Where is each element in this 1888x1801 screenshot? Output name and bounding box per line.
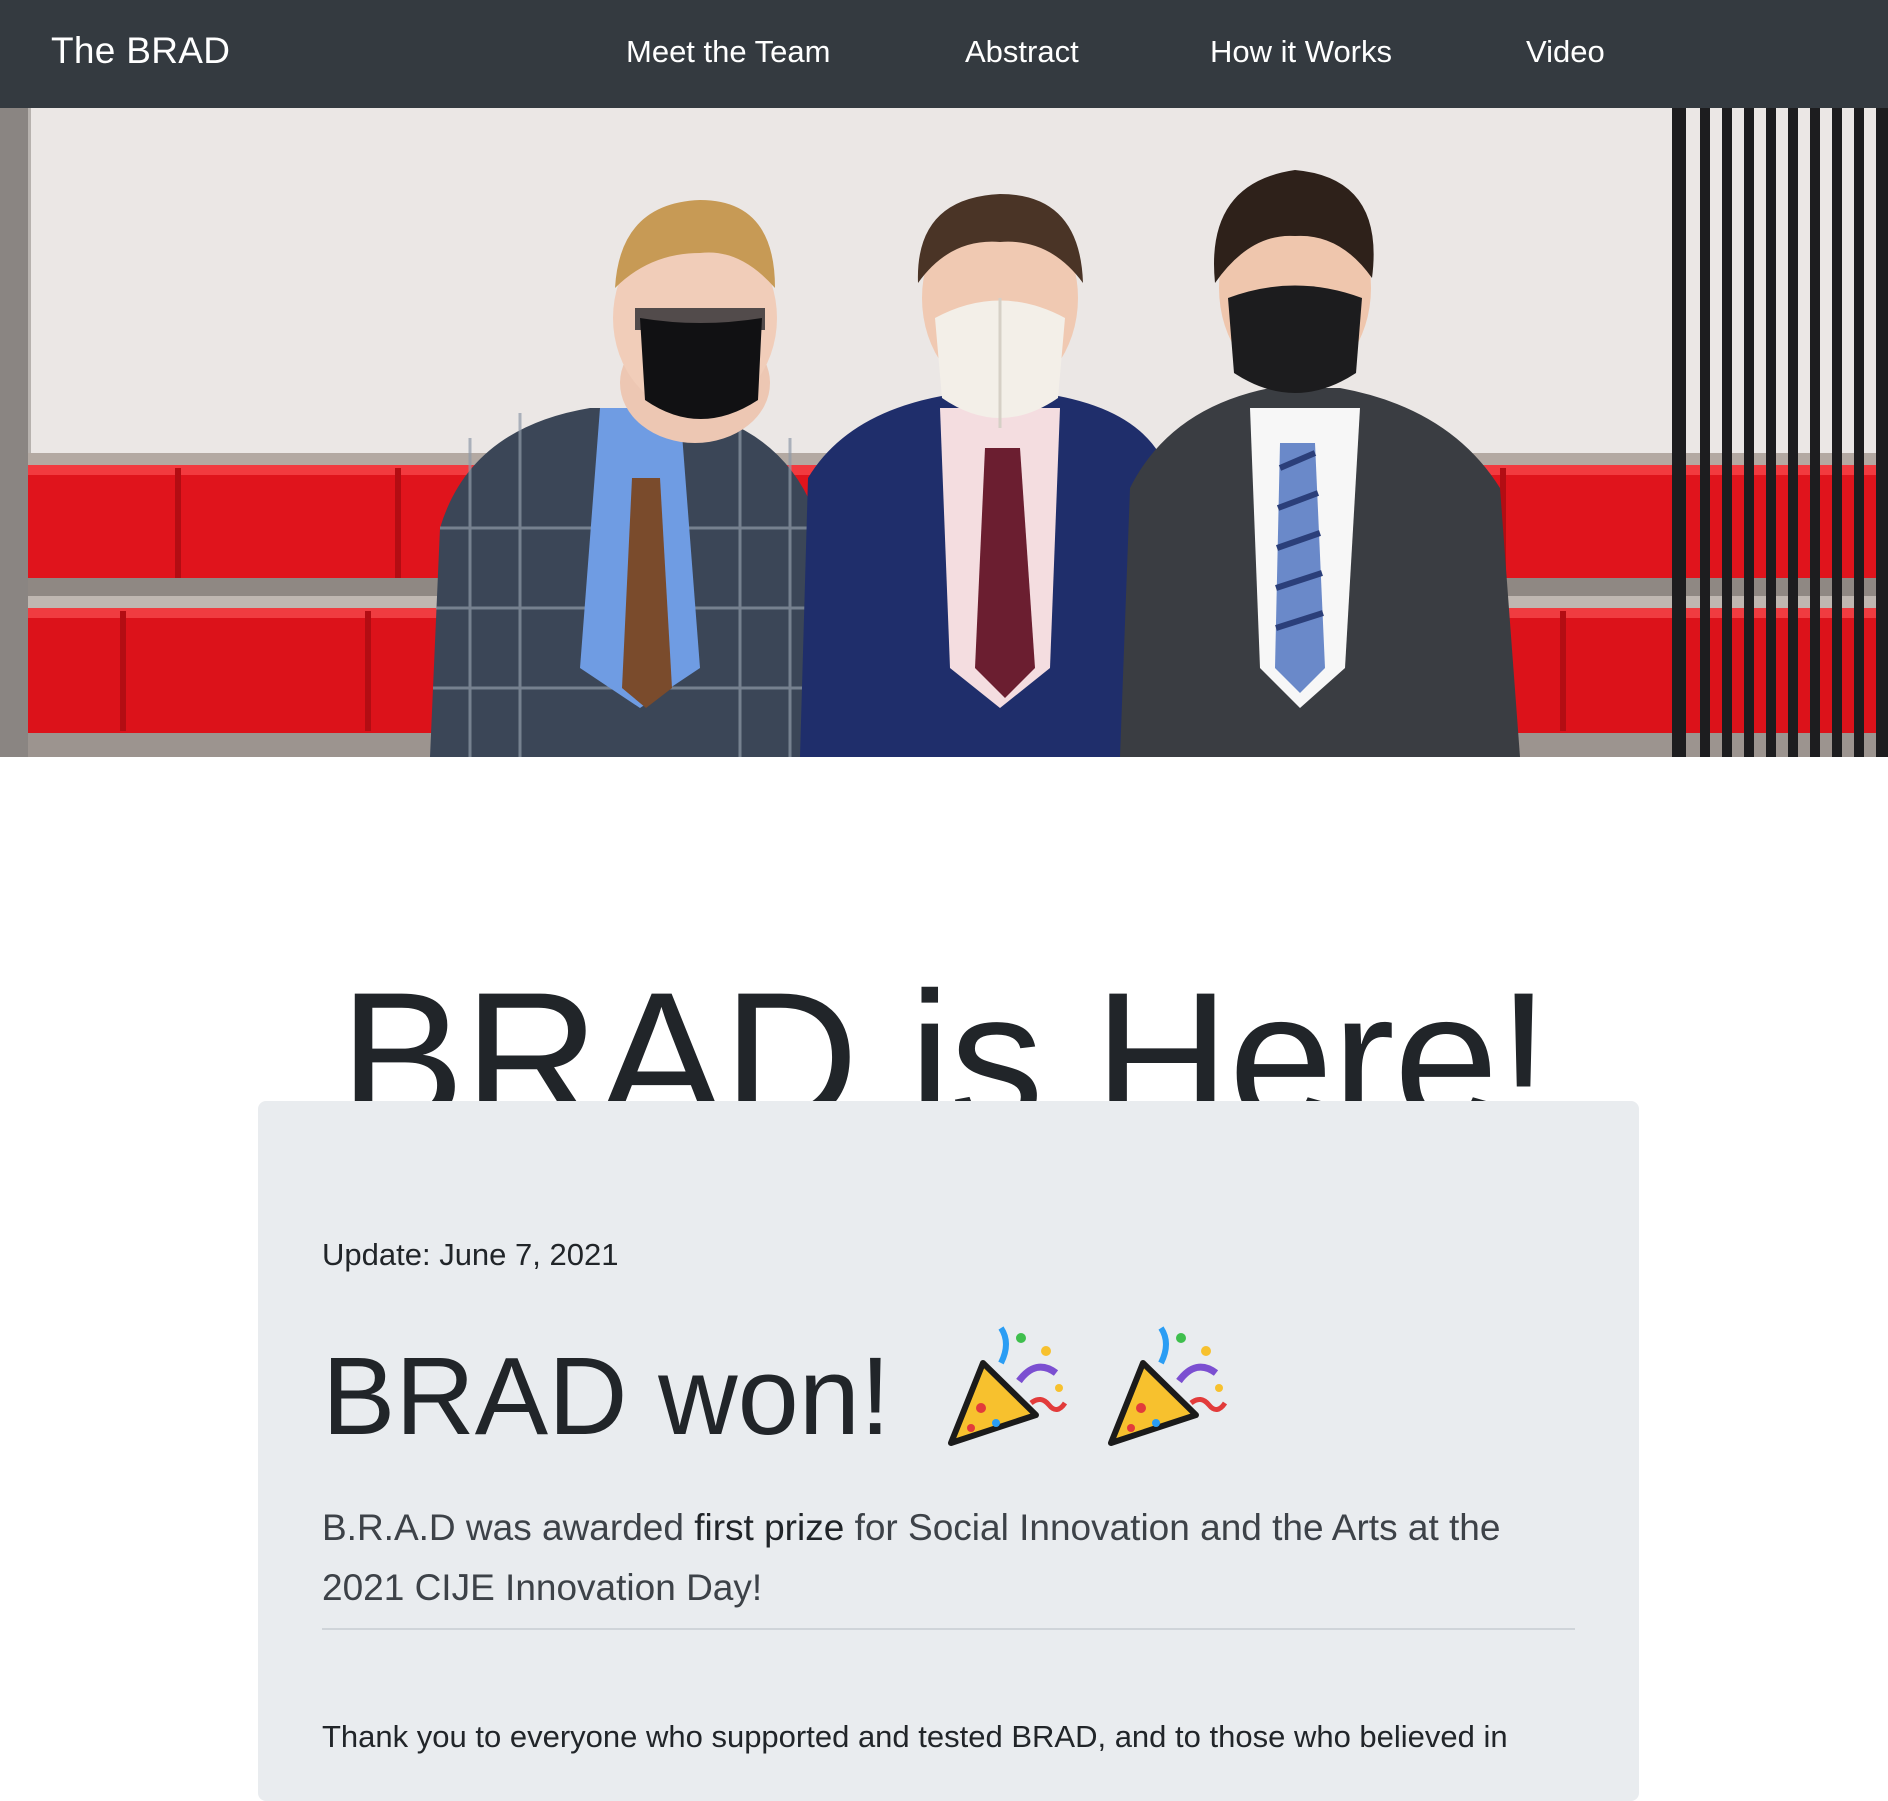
award-lead-emphasis: first prize [694,1507,845,1548]
party-popper-icon [941,1323,1071,1471]
won-headline: BRAD won! [322,1323,1231,1471]
award-lead-text: B.R.A.D was awarded [322,1507,695,1548]
party-icons [941,1323,1231,1471]
party-popper-icon [1101,1323,1231,1471]
top-navbar: The BRAD Meet the Team Abstract How it W… [0,0,1888,108]
team-photo-illustration [0,108,1888,757]
nav-link-abstract[interactable]: Abstract [965,34,1079,70]
update-card: Update: June 7, 2021 BRAD won! B.R.A.D w… [258,1101,1639,1801]
update-date: Update: June 7, 2021 [322,1237,619,1272]
brand-link[interactable]: The BRAD [51,30,230,72]
hero-photo [0,108,1888,757]
nav-link-how-it-works[interactable]: How it Works [1210,34,1392,70]
award-lead: B.R.A.D was awarded first prize for Soci… [322,1498,1582,1618]
won-headline-text: BRAD won! [322,1335,891,1458]
thanks-text: Thank you to everyone who supported and … [322,1719,1508,1754]
nav-link-video[interactable]: Video [1526,34,1605,70]
card-divider [322,1628,1575,1630]
nav-link-meet-the-team[interactable]: Meet the Team [626,34,830,70]
